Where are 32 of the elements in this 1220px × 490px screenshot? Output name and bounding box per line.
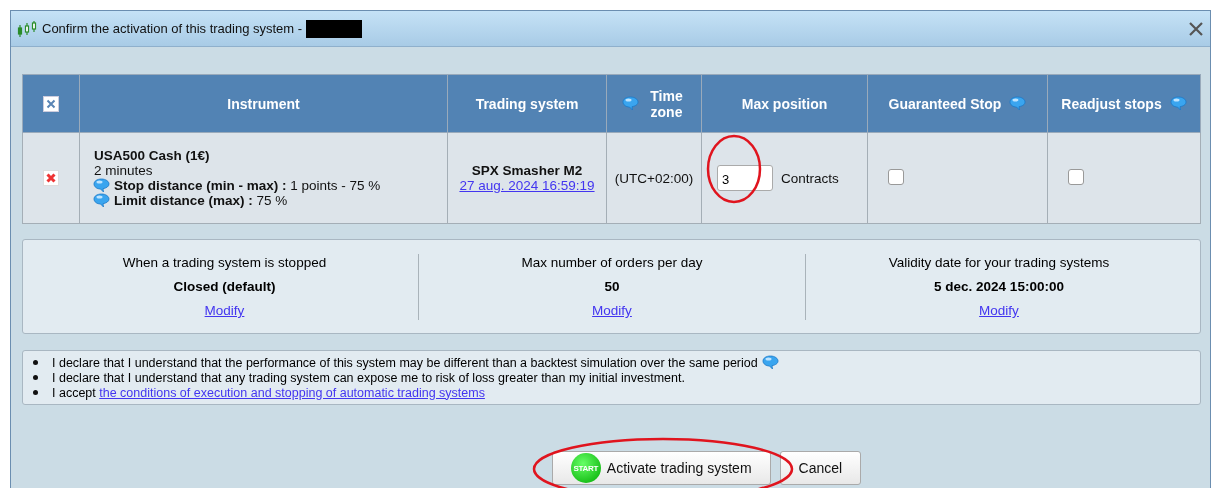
cancel-button[interactable]: Cancel [779, 451, 862, 485]
unit-label: Contracts [781, 170, 839, 186]
activate-button[interactable]: START Activate trading system [551, 451, 771, 485]
column-header: Time zone [649, 87, 684, 120]
column-header: Max position [741, 95, 828, 112]
time-zone: (UTC+02:00) [614, 170, 694, 186]
max-position-field[interactable]: 3 [717, 165, 773, 191]
declaration-text: I declare that I understand that any trading system can expose me to risk of loss greater than my initial investment. [52, 370, 685, 385]
column-header: Trading system [475, 95, 579, 112]
column-header: Instrument [227, 95, 300, 112]
instrument-name: USA500 Cash (1€) [94, 148, 211, 163]
limit-distance: Limit distance (max) : 75 % [114, 193, 288, 208]
stop-distance: Stop distance (min - max) : 1 points - 75 % [114, 178, 381, 193]
setting-label: When a trading system is stopped [122, 255, 327, 270]
column-header: Readjust stops [1061, 95, 1162, 112]
setting-value: 50 [604, 279, 620, 294]
modify-link[interactable]: Modify [204, 303, 245, 318]
window-title: Confirm the activation of this trading system - [42, 21, 303, 36]
setting-value: Closed (default) [173, 279, 276, 294]
declaration-text: I accept the conditions of execution and stopping of automatic trading systems [52, 385, 485, 400]
setting-label: Max number of orders per day [521, 255, 703, 270]
declaration-text: I declare that I understand that the performance of this system may be different than a backtest simulation over the same period [52, 355, 758, 370]
system-date-link[interactable]: 27 aug. 2024 16:59:19 [459, 178, 595, 193]
column-header: Guaranteed Stop [888, 95, 1002, 112]
system-name: SPX Smasher M2 [470, 163, 584, 178]
setting-value: 5 dec. 2024 15:00:00 [934, 279, 1064, 294]
modify-link[interactable]: Modify [592, 303, 632, 318]
setting-label: Validity date for your trading systems [888, 255, 1110, 270]
instrument-period: 2 minutes [94, 163, 154, 178]
conditions-link[interactable]: the conditions of execution and stopping of automatic trading systems [99, 385, 485, 400]
start-icon: START [570, 453, 601, 483]
modify-link[interactable]: Modify [979, 303, 1019, 318]
